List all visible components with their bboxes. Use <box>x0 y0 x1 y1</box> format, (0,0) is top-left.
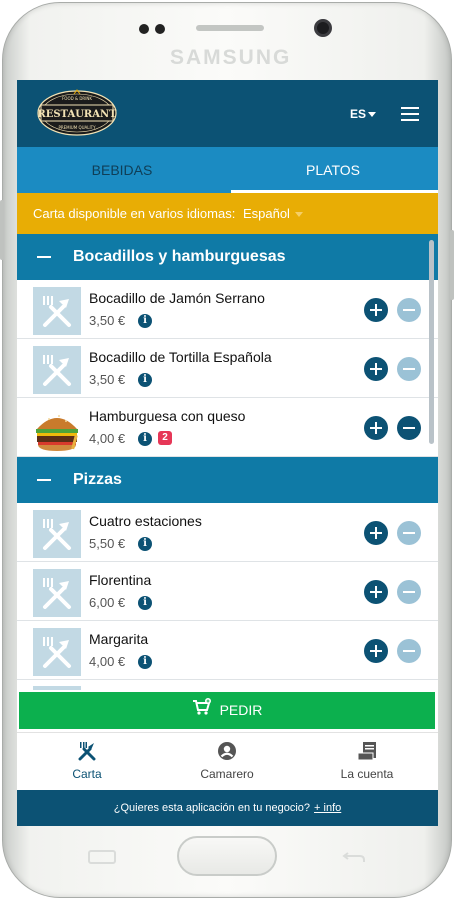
info-icon[interactable]: i <box>138 314 152 328</box>
logo-main-text: RESTAURANT <box>37 109 117 120</box>
category-title: Pizzas <box>73 471 122 488</box>
item-name: Bocadillo de Tortilla Española <box>89 349 272 365</box>
menu-item: Cuatro estaciones 5,50 € i <box>17 503 438 562</box>
quantity-badge: 2 <box>158 431 172 445</box>
add-item-button[interactable] <box>364 580 388 604</box>
collapse-icon[interactable] <box>37 479 51 481</box>
app-screen: RESTAURANT FOOD & DRINK PREMIUM QUALITY … <box>17 80 438 826</box>
cutlery-placeholder-icon <box>33 510 81 558</box>
remove-item-button[interactable] <box>397 580 421 604</box>
logo-top-text: FOOD & DRINK <box>62 96 92 101</box>
category-tabs: BEBIDAS PLATOS <box>17 147 438 193</box>
item-price: 3,50 € <box>89 372 126 387</box>
menu-item-partial <box>17 680 438 690</box>
nav-carta[interactable]: Carta <box>17 733 157 791</box>
home-button[interactable] <box>177 836 277 876</box>
nav-label: Carta <box>72 767 102 781</box>
earpiece-speaker <box>196 25 264 31</box>
add-item-button[interactable] <box>364 416 388 440</box>
item-price: 5,50 € <box>89 536 126 551</box>
remove-item-button[interactable] <box>397 521 421 545</box>
notice-language-dropdown[interactable]: Español <box>243 206 303 221</box>
remove-item-button[interactable] <box>397 357 421 381</box>
user-icon <box>217 741 237 761</box>
cart-add-icon <box>192 693 212 730</box>
sensor-dot <box>139 24 149 34</box>
nav-label: La cuenta <box>340 767 394 781</box>
cutlery-placeholder-icon <box>33 628 81 676</box>
info-icon[interactable]: i <box>138 373 152 387</box>
info-icon[interactable]: i <box>138 537 152 551</box>
menu-item: Florentina 6,00 € i <box>17 562 438 621</box>
nav-camarero[interactable]: Camarero <box>157 733 297 791</box>
language-selector[interactable]: ES <box>350 107 377 121</box>
menu-item: Margarita 4,00 € i <box>17 621 438 680</box>
caret-down-icon <box>294 212 303 218</box>
app-header: RESTAURANT FOOD & DRINK PREMIUM QUALITY … <box>17 80 438 147</box>
power-button <box>450 230 454 300</box>
cutlery-placeholder-icon <box>33 287 81 335</box>
cutlery-icon <box>77 741 97 761</box>
nav-label: Camarero <box>200 767 254 781</box>
item-name: Florentina <box>89 572 152 588</box>
footer-info-link[interactable]: + info <box>314 802 341 814</box>
device-brand: SAMSUNG <box>170 46 292 69</box>
front-camera <box>314 19 332 37</box>
add-item-button[interactable] <box>364 639 388 663</box>
caret-down-icon <box>368 112 377 118</box>
menu-list[interactable]: Bocadillos y hamburguesas Bocadillo de J… <box>17 234 438 690</box>
info-icon[interactable]: i <box>138 432 152 446</box>
item-price: 4,00 € <box>89 654 126 669</box>
order-button-label: PEDIR <box>219 702 263 718</box>
footer-text: ¿Quieres esta aplicación en tu negocio? <box>113 802 311 814</box>
item-name: Margarita <box>89 631 149 647</box>
category-header[interactable]: Bocadillos y hamburguesas <box>17 234 438 280</box>
menu-item: Hamburguesa con queso 4,00 € i 2 <box>17 398 438 457</box>
cutlery-placeholder-icon <box>33 686 81 690</box>
item-name: Bocadillo de Jamón Serrano <box>89 290 265 306</box>
logo-bottom-text: PREMIUM QUALITY <box>58 125 96 130</box>
info-icon[interactable]: i <box>138 655 152 669</box>
language-notice: Carta disponible en varios idiomas: Espa… <box>17 193 438 234</box>
item-price: 3,50 € <box>89 313 126 328</box>
notice-text: Carta disponible en varios idiomas: <box>33 206 236 221</box>
nav-la-cuenta[interactable]: La cuenta <box>297 733 437 791</box>
phone-frame: SAMSUNG RESTAURANT FOOD & DRINK PREMIUM … <box>0 0 454 900</box>
cutlery-placeholder-icon <box>33 346 81 394</box>
info-icon[interactable]: i <box>138 596 152 610</box>
item-name: Hamburguesa con queso <box>89 408 246 424</box>
hamburger-menu-icon[interactable] <box>401 107 419 121</box>
add-item-button[interactable] <box>364 521 388 545</box>
volume-button <box>0 200 4 260</box>
tab-bebidas[interactable]: BEBIDAS <box>17 147 227 193</box>
burger-photo <box>33 405 81 453</box>
menu-item: Bocadillo de Tortilla Española 3,50 € i <box>17 339 438 398</box>
order-button[interactable]: PEDIR <box>19 692 435 729</box>
restaurant-logo[interactable]: RESTAURANT FOOD & DRINK PREMIUM QUALITY <box>37 88 117 138</box>
promo-footer: ¿Quieres esta aplicación en tu negocio? +… <box>17 790 438 826</box>
list-scrollbar[interactable] <box>429 240 434 444</box>
sensor-dot <box>155 24 165 34</box>
receipt-icon <box>357 741 377 761</box>
add-item-button[interactable] <box>364 357 388 381</box>
notice-language-value: Español <box>242 206 290 221</box>
remove-item-button[interactable] <box>397 416 421 440</box>
back-key[interactable] <box>340 850 368 864</box>
collapse-icon[interactable] <box>37 256 51 258</box>
language-code: ES <box>350 107 367 121</box>
item-price: 4,00 € <box>89 431 126 446</box>
remove-item-button[interactable] <box>397 639 421 663</box>
menu-item: Bocadillo de Jamón Serrano 3,50 € i <box>17 280 438 339</box>
recent-apps-key[interactable] <box>88 850 116 864</box>
add-item-button[interactable] <box>364 298 388 322</box>
item-price: 6,00 € <box>89 595 126 610</box>
item-name: Cuatro estaciones <box>89 513 202 529</box>
remove-item-button[interactable] <box>397 298 421 322</box>
category-header[interactable]: Pizzas <box>17 457 438 503</box>
category-title: Bocadillos y hamburguesas <box>73 248 286 265</box>
tab-platos[interactable]: PLATOS <box>228 147 438 193</box>
cutlery-placeholder-icon <box>33 569 81 617</box>
bottom-navigation: Carta Camarero La cuenta <box>17 732 438 790</box>
